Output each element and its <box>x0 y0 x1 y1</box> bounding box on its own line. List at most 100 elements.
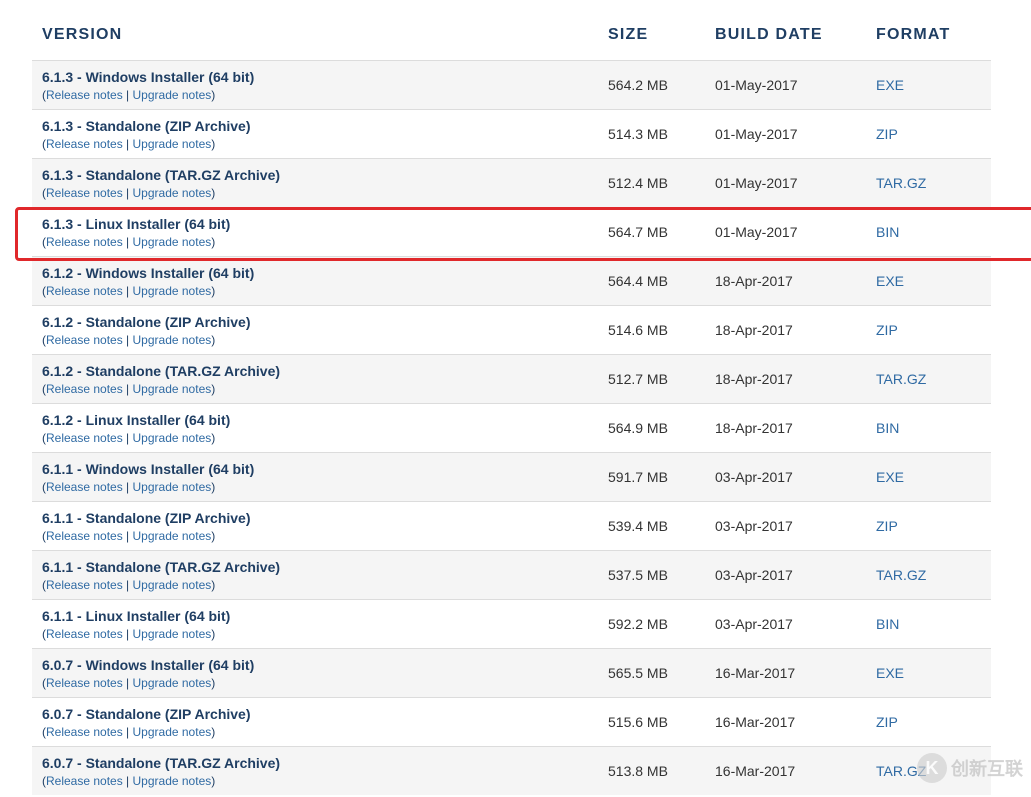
header-version: VERSION <box>42 26 123 43</box>
release-notes-link[interactable]: Release notes <box>46 382 123 396</box>
format-link[interactable]: EXE <box>876 665 904 681</box>
release-notes-link[interactable]: Release notes <box>46 333 123 347</box>
notes-links: (Release notes | Upgrade notes) <box>42 578 215 592</box>
build-date: 18-Apr-2017 <box>715 371 793 387</box>
notes-close-paren: ) <box>211 725 216 739</box>
notes-separator: | <box>122 382 133 396</box>
format-link[interactable]: ZIP <box>876 126 898 142</box>
release-notes-link[interactable]: Release notes <box>46 186 123 200</box>
release-notes-link[interactable]: Release notes <box>46 284 123 298</box>
table-row: 6.1.2 - Linux Installer (64 bit) (Release… <box>32 403 991 452</box>
upgrade-notes-link[interactable]: Upgrade notes <box>133 235 212 249</box>
upgrade-notes-link[interactable]: Upgrade notes <box>133 725 212 739</box>
upgrade-notes-link[interactable]: Upgrade notes <box>133 382 212 396</box>
release-notes-link[interactable]: Release notes <box>46 137 123 151</box>
release-notes-link[interactable]: Release notes <box>46 676 123 690</box>
format-link[interactable]: EXE <box>876 469 904 485</box>
release-notes-link[interactable]: Release notes <box>46 725 123 739</box>
upgrade-notes-link[interactable]: Upgrade notes <box>133 431 212 445</box>
file-size: 512.4 MB <box>608 175 668 191</box>
format-link[interactable]: TAR.GZ <box>876 371 926 387</box>
upgrade-notes-link[interactable]: Upgrade notes <box>133 480 212 494</box>
notes-separator: | <box>122 480 133 494</box>
format-link[interactable]: TAR.GZ <box>876 567 926 583</box>
upgrade-notes-link[interactable]: Upgrade notes <box>133 676 212 690</box>
table-row-highlighted: 6.1.3 - Linux Installer (64 bit) (Release… <box>32 207 991 256</box>
table-row: 6.1.2 - Standalone (ZIP Archive) (Release… <box>32 305 991 354</box>
download-title-link[interactable]: 6.1.3 - Standalone (TAR.GZ Archive) <box>42 167 280 183</box>
download-title-link[interactable]: 6.1.1 - Standalone (ZIP Archive) <box>42 510 251 526</box>
download-title-link[interactable]: 6.1.2 - Windows Installer (64 bit) <box>42 265 254 281</box>
notes-close-paren: ) <box>211 88 216 102</box>
download-title-link[interactable]: 6.1.1 - Windows Installer (64 bit) <box>42 461 254 477</box>
release-notes-link[interactable]: Release notes <box>46 578 123 592</box>
download-title-link[interactable]: 6.1.3 - Windows Installer (64 bit) <box>42 69 254 85</box>
file-size: 565.5 MB <box>608 665 668 681</box>
file-size: 564.9 MB <box>608 420 668 436</box>
format-link[interactable]: ZIP <box>876 714 898 730</box>
watermark-text: 创新互联 <box>951 759 1023 779</box>
upgrade-notes-link[interactable]: Upgrade notes <box>133 578 212 592</box>
download-title-link[interactable]: 6.1.3 - Standalone (ZIP Archive) <box>42 118 251 134</box>
format-link[interactable]: BIN <box>876 224 899 240</box>
upgrade-notes-link[interactable]: Upgrade notes <box>133 137 212 151</box>
format-link[interactable]: TAR.GZ <box>876 175 926 191</box>
build-date: 01-May-2017 <box>715 126 798 142</box>
release-notes-link[interactable]: Release notes <box>46 529 123 543</box>
notes-close-paren: ) <box>211 578 216 592</box>
download-title-link[interactable]: 6.0.7 - Standalone (ZIP Archive) <box>42 706 251 722</box>
notes-close-paren: ) <box>211 137 216 151</box>
notes-close-paren: ) <box>211 431 216 445</box>
table-row: 6.0.7 - Standalone (ZIP Archive) (Release… <box>32 697 991 746</box>
table-row: 6.1.1 - Standalone (ZIP Archive) (Release… <box>32 501 991 550</box>
table-row: 6.1.3 - Standalone (ZIP Archive) (Release… <box>32 109 991 158</box>
download-title-link[interactable]: 6.1.1 - Linux Installer (64 bit) <box>42 608 230 624</box>
notes-separator: | <box>122 186 133 200</box>
notes-close-paren: ) <box>211 382 216 396</box>
format-link[interactable]: EXE <box>876 77 904 93</box>
release-notes-link[interactable]: Release notes <box>46 627 123 641</box>
download-title-link[interactable]: 6.1.1 - Standalone (TAR.GZ Archive) <box>42 559 280 575</box>
notes-separator: | <box>122 578 133 592</box>
format-link[interactable]: ZIP <box>876 518 898 534</box>
format-link[interactable]: ZIP <box>876 322 898 338</box>
table-row: 6.0.7 - Windows Installer (64 bit) (Relea… <box>32 648 991 697</box>
upgrade-notes-link[interactable]: Upgrade notes <box>133 284 212 298</box>
release-notes-link[interactable]: Release notes <box>46 235 123 249</box>
release-notes-link[interactable]: Release notes <box>46 480 123 494</box>
table-row: 6.1.2 - Windows Installer (64 bit) (Relea… <box>32 256 991 305</box>
release-notes-link[interactable]: Release notes <box>46 774 123 788</box>
upgrade-notes-link[interactable]: Upgrade notes <box>133 333 212 347</box>
download-title-link[interactable]: 6.0.7 - Standalone (TAR.GZ Archive) <box>42 755 280 771</box>
format-link[interactable]: BIN <box>876 420 899 436</box>
notes-links: (Release notes | Upgrade notes) <box>42 676 215 690</box>
file-size: 514.3 MB <box>608 126 668 142</box>
upgrade-notes-link[interactable]: Upgrade notes <box>133 88 212 102</box>
notes-links: (Release notes | Upgrade notes) <box>42 480 215 494</box>
header-build-date: BUILD DATE <box>715 26 823 43</box>
notes-separator: | <box>122 627 133 641</box>
table-row: 6.0.7 - Standalone (TAR.GZ Archive) (Rele… <box>32 746 991 795</box>
upgrade-notes-link[interactable]: Upgrade notes <box>133 774 212 788</box>
table-row: 6.1.2 - Standalone (TAR.GZ Archive) (Rele… <box>32 354 991 403</box>
release-notes-link[interactable]: Release notes <box>46 431 123 445</box>
notes-links: (Release notes | Upgrade notes) <box>42 284 215 298</box>
download-title-link[interactable]: 6.0.7 - Windows Installer (64 bit) <box>42 657 254 673</box>
format-link[interactable]: EXE <box>876 273 904 289</box>
upgrade-notes-link[interactable]: Upgrade notes <box>133 529 212 543</box>
notes-links: (Release notes | Upgrade notes) <box>42 333 215 347</box>
upgrade-notes-link[interactable]: Upgrade notes <box>133 186 212 200</box>
file-size: 515.6 MB <box>608 714 668 730</box>
format-link[interactable]: BIN <box>876 616 899 632</box>
notes-close-paren: ) <box>211 676 216 690</box>
release-notes-link[interactable]: Release notes <box>46 88 123 102</box>
table-row: 6.1.1 - Windows Installer (64 bit) (Relea… <box>32 452 991 501</box>
file-size: 512.7 MB <box>608 371 668 387</box>
download-title-link[interactable]: 6.1.2 - Standalone (ZIP Archive) <box>42 314 251 330</box>
download-title-link[interactable]: 6.1.3 - Linux Installer (64 bit) <box>42 216 230 232</box>
file-size: 564.4 MB <box>608 273 668 289</box>
header-size: SIZE <box>608 26 649 43</box>
download-title-link[interactable]: 6.1.2 - Standalone (TAR.GZ Archive) <box>42 363 280 379</box>
download-title-link[interactable]: 6.1.2 - Linux Installer (64 bit) <box>42 412 230 428</box>
upgrade-notes-link[interactable]: Upgrade notes <box>133 627 212 641</box>
